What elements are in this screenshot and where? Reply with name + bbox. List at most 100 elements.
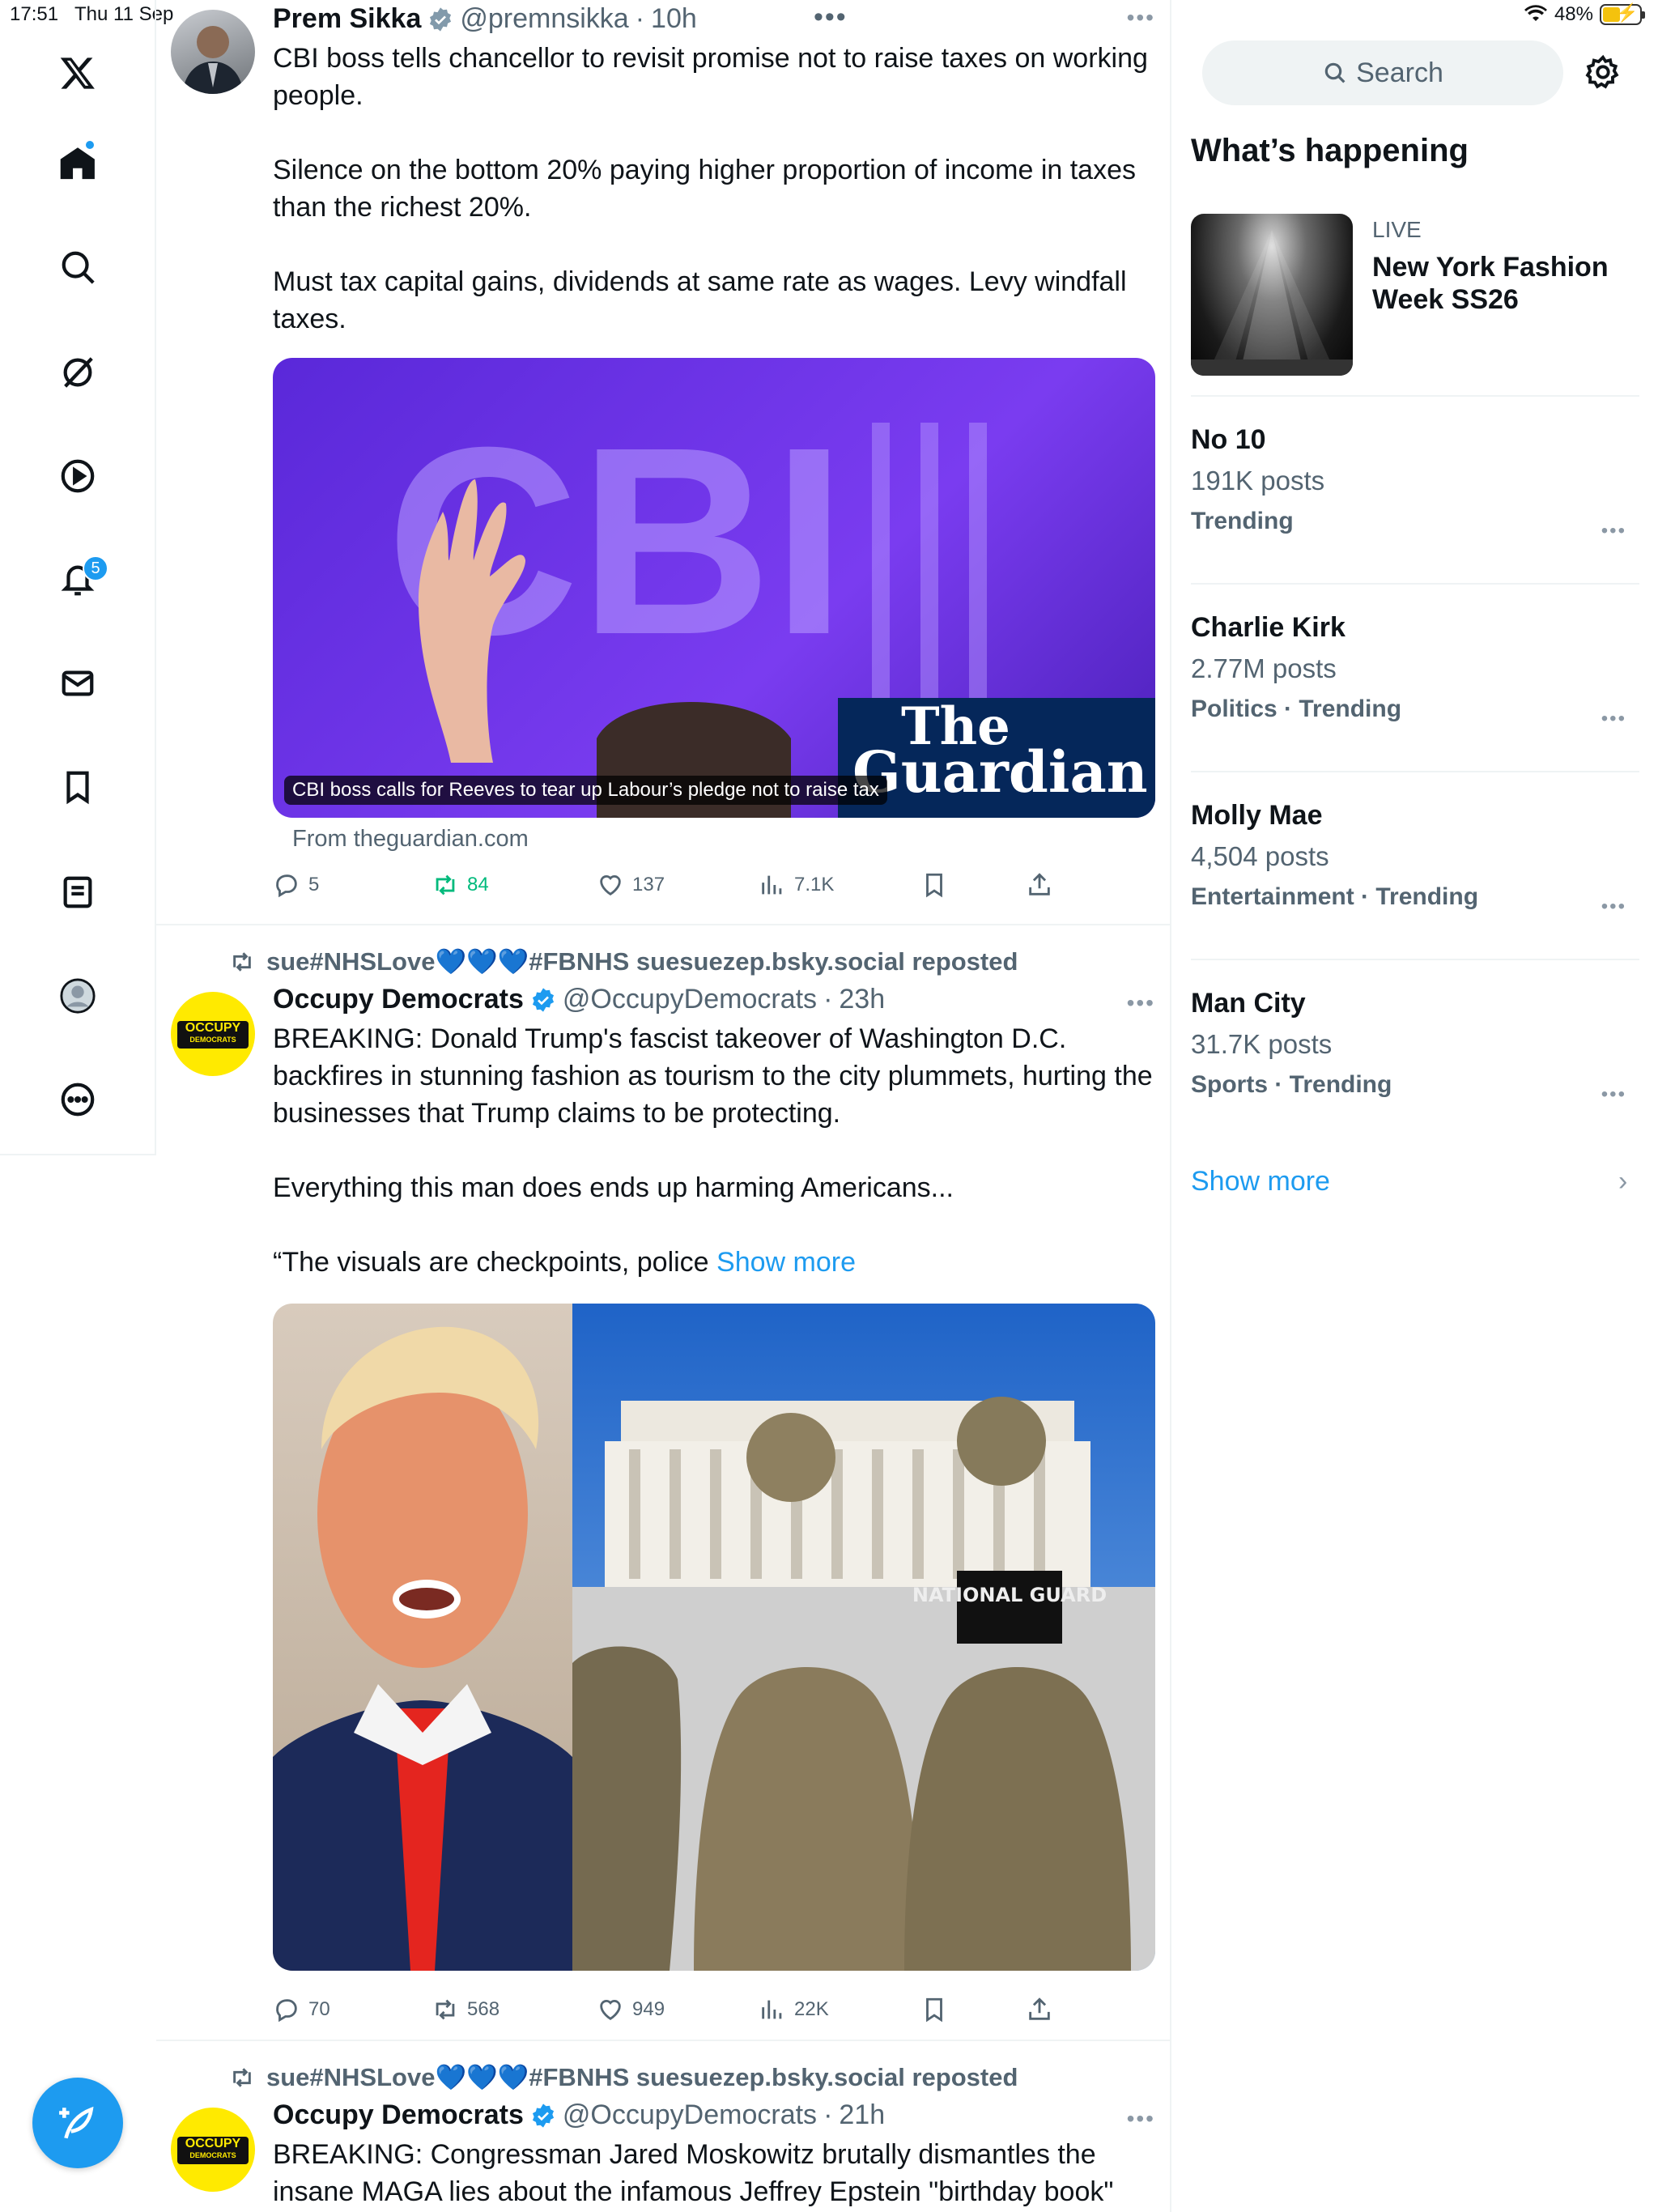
occupy-logo: OCCUPY DEMOCRATS [177, 1021, 249, 1049]
repost-count: 84 [467, 874, 489, 895]
like-button[interactable]: 137 [597, 871, 665, 899]
author-handle[interactable]: @premnsikka [460, 3, 628, 35]
tweet-time[interactable]: 21h [839, 2099, 885, 2131]
tweet-time[interactable]: 10h [651, 3, 697, 35]
bookmark-button[interactable] [920, 871, 948, 899]
reply-button[interactable]: 5 [273, 871, 319, 899]
trend-title: No 10 [1191, 424, 1266, 455]
live-label: LIVE [1372, 217, 1422, 242]
live-event-item[interactable]: LIVE New York Fashion Week SS26 [1191, 214, 1639, 397]
like-count: 949 [632, 1998, 665, 2020]
author-name[interactable]: Occupy Democrats [273, 2099, 524, 2131]
chevron-right-icon: › [1618, 1166, 1628, 1197]
left-navigation: 5 [0, 0, 156, 1155]
trend-category: Politics · Trending [1191, 696, 1402, 722]
trend-more-icon[interactable]: ••• [1601, 1083, 1626, 1106]
repost-icon [436, 1999, 455, 2020]
logo-line2: DEMOCRATS [189, 1036, 236, 1044]
profile-avatar-icon[interactable] [52, 970, 104, 1022]
share-button[interactable] [1026, 1996, 1053, 2023]
occupy-logo: OCCUPY DEMOCRATS [177, 2137, 249, 2164]
tweet-time[interactable]: 23h [839, 984, 885, 1015]
right-sidebar: Search What’s happening LIVE New York Fa… [1171, 0, 1658, 2212]
lists-icon[interactable] [52, 866, 104, 918]
trend-category: Trending [1191, 508, 1294, 534]
trend-count: 2.77M posts [1191, 653, 1337, 683]
link-card-image[interactable]: CBI The Guardian CBI boss calls for Reev… [273, 358, 1155, 818]
reposted-by[interactable]: sue#NHSLove💙💙💙#FBNHS suesuezep.bsky.soci… [229, 2062, 1018, 2092]
tweet[interactable]: Prem Sikka @premnsikka · 10h CBI boss te… [156, 0, 1170, 925]
trend-item[interactable]: Charlie Kirk 2.77M posts Politics · Tren… [1191, 612, 1639, 772]
bookmarks-icon[interactable] [52, 761, 104, 813]
tweet-text: BREAKING: Donald Trump's fascist takeove… [273, 1020, 1155, 1281]
grok-icon[interactable] [52, 347, 104, 398]
tweet-media-art: NATIONAL GUARD [273, 1304, 1155, 1971]
repost-button[interactable]: 568 [432, 1996, 500, 2023]
like-button[interactable]: 949 [597, 1996, 665, 2023]
author-name[interactable]: Occupy Democrats [273, 984, 524, 1015]
x-logo-icon[interactable] [52, 47, 104, 99]
author-name[interactable]: Prem Sikka [273, 3, 421, 35]
reposted-by-text: sue#NHSLove💙💙💙#FBNHS suesuezep.bsky.soci… [266, 947, 1018, 976]
author-avatar[interactable]: OCCUPY DEMOCRATS [171, 992, 255, 1076]
more-options-icon[interactable] [52, 1074, 104, 1125]
image-patch-text: NATIONAL GUARD [912, 1584, 1107, 1606]
trend-item[interactable]: Molly Mae 4,504 posts Entertainment · Tr… [1191, 800, 1639, 960]
tweet[interactable]: sue#NHSLove💙💙💙#FBNHS suesuezep.bsky.soci… [156, 927, 1170, 2041]
reply-button[interactable]: 70 [273, 1996, 330, 2023]
compose-post-button[interactable] [32, 2078, 123, 2168]
trend-title: Man City [1191, 988, 1306, 1019]
repost-button[interactable]: 84 [432, 871, 489, 899]
trend-item[interactable]: Man City 31.7K posts Sports · Trending •… [1191, 988, 1639, 1125]
verified-badge-icon [430, 6, 452, 32]
tweet-more-icon[interactable]: ••• [1127, 5, 1155, 31]
settings-gear-icon[interactable] [1584, 53, 1622, 91]
separator-dot: · [635, 3, 645, 34]
timeline-feed: Prem Sikka @premnsikka · 10h CBI boss te… [156, 0, 1171, 2212]
trend-count: 4,504 posts [1191, 841, 1329, 871]
trend-count: 191K posts [1191, 466, 1325, 496]
show-more-link[interactable]: Show more [716, 1247, 856, 1278]
views-count: 7.1K [794, 874, 835, 895]
reposted-by[interactable]: sue#NHSLove💙💙💙#FBNHS suesuezep.bsky.soci… [229, 946, 1018, 976]
show-more-trends-link[interactable]: Show more [1191, 1166, 1330, 1197]
trend-category: Sports · Trending [1191, 1071, 1392, 1098]
tweet-media-image[interactable]: NATIONAL GUARD [273, 1304, 1155, 1971]
trend-more-icon[interactable]: ••• [1601, 895, 1626, 918]
home-icon[interactable] [52, 138, 104, 189]
top-more-dots-icon: ••• [814, 2, 848, 32]
author-avatar[interactable]: OCCUPY DEMOCRATS [171, 2108, 255, 2192]
separator-dot: · [823, 2099, 833, 2130]
tweet[interactable]: sue#NHSLove💙💙💙#FBNHS suesuezep.bsky.soci… [156, 2043, 1170, 2212]
feather-plus-icon [59, 2106, 94, 2139]
messages-envelope-icon[interactable] [52, 657, 104, 709]
search-input[interactable]: Search [1202, 40, 1563, 105]
author-handle[interactable]: @OccupyDemocrats [563, 984, 817, 1015]
trend-more-icon[interactable]: ••• [1601, 708, 1626, 730]
reply-icon [276, 1999, 297, 2023]
share-button[interactable] [1026, 871, 1053, 899]
tweet-more-icon[interactable]: ••• [1127, 990, 1155, 1016]
video-play-icon[interactable] [52, 450, 104, 502]
search-placeholder: Search [1356, 57, 1443, 88]
views-button[interactable]: 22K [759, 1996, 829, 2023]
repost-small-icon [233, 951, 251, 972]
trend-more-icon[interactable]: ••• [1601, 520, 1626, 542]
trend-count: 31.7K posts [1191, 1029, 1333, 1059]
reply-count: 5 [308, 874, 320, 895]
author-avatar[interactable] [171, 10, 255, 94]
author-handle[interactable]: @OccupyDemocrats [563, 2099, 817, 2131]
card-source[interactable]: From theguardian.com [292, 826, 529, 853]
logo-line2: DEMOCRATS [189, 2151, 236, 2159]
trend-title: Molly Mae [1191, 800, 1323, 831]
bookmark-button[interactable] [920, 1996, 948, 2023]
notifications-badge: 5 [83, 555, 108, 581]
tweet-more-icon[interactable]: ••• [1127, 2106, 1155, 2132]
trend-item[interactable]: No 10 191K posts Trending ••• [1191, 424, 1639, 585]
tweet-header: Occupy Democrats @OccupyDemocrats · 23h [273, 984, 1155, 1015]
views-button[interactable]: 7.1K [759, 871, 834, 899]
separator-dot: · [823, 984, 833, 1015]
explore-search-icon[interactable] [52, 241, 104, 293]
search-icon [1324, 62, 1346, 83]
logo-line1: OCCUPY [185, 1021, 241, 1035]
